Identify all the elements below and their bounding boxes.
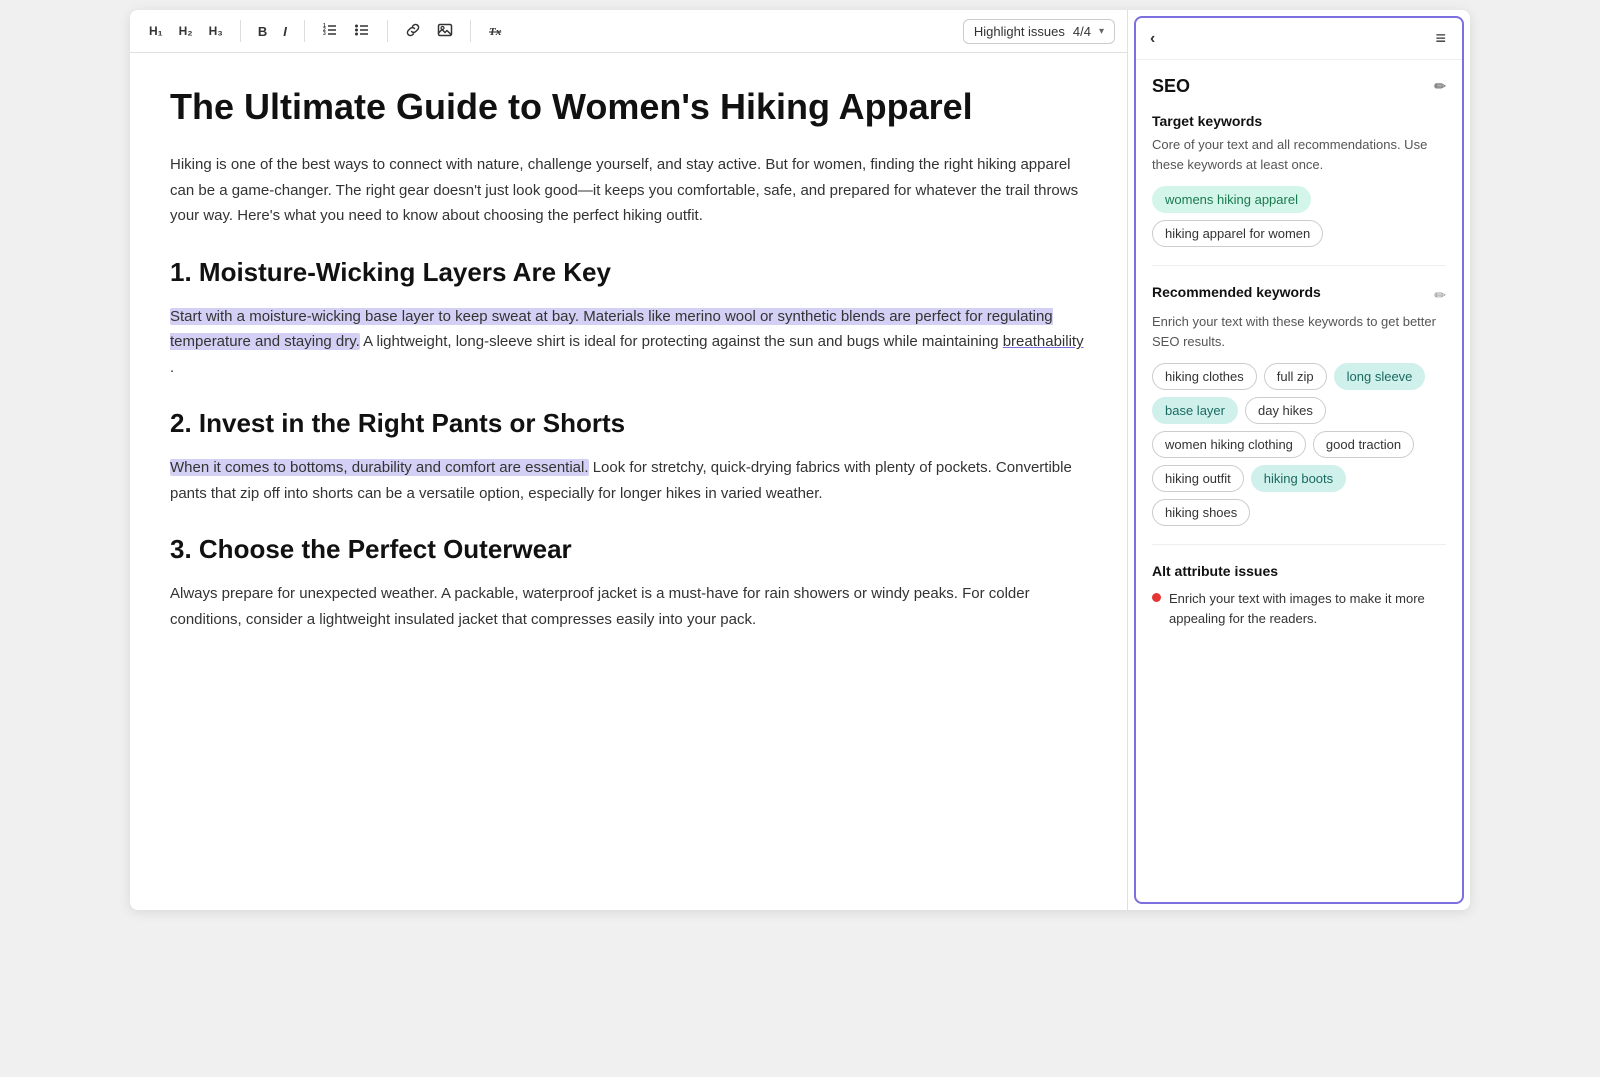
menu-button[interactable]: ≡ — [1435, 28, 1448, 49]
divider-1 — [240, 20, 241, 42]
divider-section-1 — [1152, 265, 1446, 266]
recommended-edit-icon[interactable]: ✏ — [1434, 287, 1446, 304]
chevron-down-icon: ▾ — [1099, 26, 1104, 37]
tag-hiking-clothes[interactable]: hiking clothes — [1152, 363, 1257, 390]
section-heading-3: 3. Choose the Perfect Outerwear — [170, 534, 1087, 565]
alt-attribute-text: Enrich your text with images to make it … — [1169, 589, 1446, 628]
app-container: H₁ H₂ H₃ B I 123 — [130, 10, 1470, 910]
editor-content[interactable]: The Ultimate Guide to Women's Hiking App… — [130, 53, 1127, 910]
h2-button[interactable]: H₂ — [172, 21, 200, 41]
editor-panel: H₁ H₂ H₃ B I 123 — [130, 10, 1128, 910]
tag-womens-hiking-apparel[interactable]: womens hiking apparel — [1152, 186, 1311, 213]
divider-2 — [304, 20, 305, 42]
recommended-keywords-tags: hiking clothes full zip long sleeve base… — [1152, 363, 1446, 526]
tag-good-traction[interactable]: good traction — [1313, 431, 1414, 458]
highlight-control[interactable]: Highlight issues 4/4 ▾ — [963, 19, 1115, 44]
tag-base-layer[interactable]: base layer — [1152, 397, 1238, 424]
section-para-3: Always prepare for unexpected weather. A… — [170, 581, 1087, 632]
highlighted-text-2: When it comes to bottoms, durability and… — [170, 459, 589, 476]
insert-buttons — [398, 18, 460, 44]
format-buttons: B I — [251, 21, 294, 42]
seo-panel-header: ‹ ≡ — [1136, 18, 1462, 60]
target-keywords-tags: womens hiking apparel hiking apparel for… — [1152, 186, 1446, 247]
svg-text:3: 3 — [323, 31, 326, 37]
tag-full-zip[interactable]: full zip — [1264, 363, 1327, 390]
recommended-header: Recommended keywords ✏ — [1152, 284, 1446, 306]
toolbar: H₁ H₂ H₃ B I 123 — [130, 10, 1127, 53]
section-heading-1: 1. Moisture-Wicking Layers Are Key — [170, 257, 1087, 288]
alt-attribute-item: Enrich your text with images to make it … — [1152, 589, 1446, 628]
back-button[interactable]: ‹ — [1150, 30, 1155, 48]
target-keywords-title: Target keywords — [1152, 113, 1446, 129]
red-dot-icon — [1152, 593, 1161, 602]
highlight-label: Highlight issues — [974, 24, 1065, 39]
section-para-1: Start with a moisture-wicking base layer… — [170, 304, 1087, 381]
section-para-1-end: . — [170, 359, 174, 376]
divider-3 — [387, 20, 388, 42]
clear-format-button[interactable]: Tx — [481, 18, 511, 44]
document-title: The Ultimate Guide to Women's Hiking App… — [170, 85, 1087, 128]
svg-text:Tx: Tx — [489, 26, 502, 38]
tag-hiking-boots[interactable]: hiking boots — [1251, 465, 1346, 492]
tag-long-sleeve[interactable]: long sleeve — [1334, 363, 1426, 390]
alt-attribute-section: Alt attribute issues Enrich your text wi… — [1152, 563, 1446, 628]
h1-button[interactable]: H₁ — [142, 21, 170, 41]
seo-edit-icon[interactable]: ✏ — [1434, 78, 1446, 95]
breathability-link[interactable]: breathability — [1003, 333, 1084, 350]
highlight-count: 4/4 — [1073, 24, 1091, 39]
list-buttons: 123 — [315, 18, 377, 44]
recommended-keywords-desc: Enrich your text with these keywords to … — [1152, 312, 1446, 351]
tag-hiking-shoes[interactable]: hiking shoes — [1152, 499, 1250, 526]
intro-paragraph: Hiking is one of the best ways to connec… — [170, 152, 1087, 229]
tag-day-hikes[interactable]: day hikes — [1245, 397, 1326, 424]
ordered-list-button[interactable]: 123 — [315, 18, 345, 44]
bold-button[interactable]: B — [251, 21, 274, 42]
italic-button[interactable]: I — [276, 21, 294, 42]
link-button[interactable] — [398, 18, 428, 44]
heading-buttons: H₁ H₂ H₃ — [142, 21, 230, 41]
divider-section-2 — [1152, 544, 1446, 545]
tag-women-hiking-clothing[interactable]: women hiking clothing — [1152, 431, 1306, 458]
image-button[interactable] — [430, 18, 460, 44]
h3-button[interactable]: H₃ — [202, 21, 230, 41]
seo-title-row: SEO ✏ — [1152, 76, 1446, 97]
tag-hiking-apparel-for-women[interactable]: hiking apparel for women — [1152, 220, 1323, 247]
alt-attribute-title: Alt attribute issues — [1152, 563, 1446, 579]
recommended-keywords-title: Recommended keywords — [1152, 284, 1321, 300]
tag-hiking-outfit[interactable]: hiking outfit — [1152, 465, 1244, 492]
seo-panel-title-text: SEO — [1152, 76, 1190, 97]
seo-panel: ‹ ≡ SEO ✏ Target keywords Core of your t… — [1134, 16, 1464, 904]
seo-panel-body[interactable]: SEO ✏ Target keywords Core of your text … — [1136, 60, 1462, 902]
section-para-1-rest: A lightweight, long-sleeve shirt is idea… — [363, 333, 1003, 350]
section-heading-2: 2. Invest in the Right Pants or Shorts — [170, 408, 1087, 439]
section-para-2: When it comes to bottoms, durability and… — [170, 455, 1087, 506]
unordered-list-button[interactable] — [347, 18, 377, 44]
divider-4 — [470, 20, 471, 42]
target-keywords-desc: Core of your text and all recommendation… — [1152, 135, 1446, 174]
